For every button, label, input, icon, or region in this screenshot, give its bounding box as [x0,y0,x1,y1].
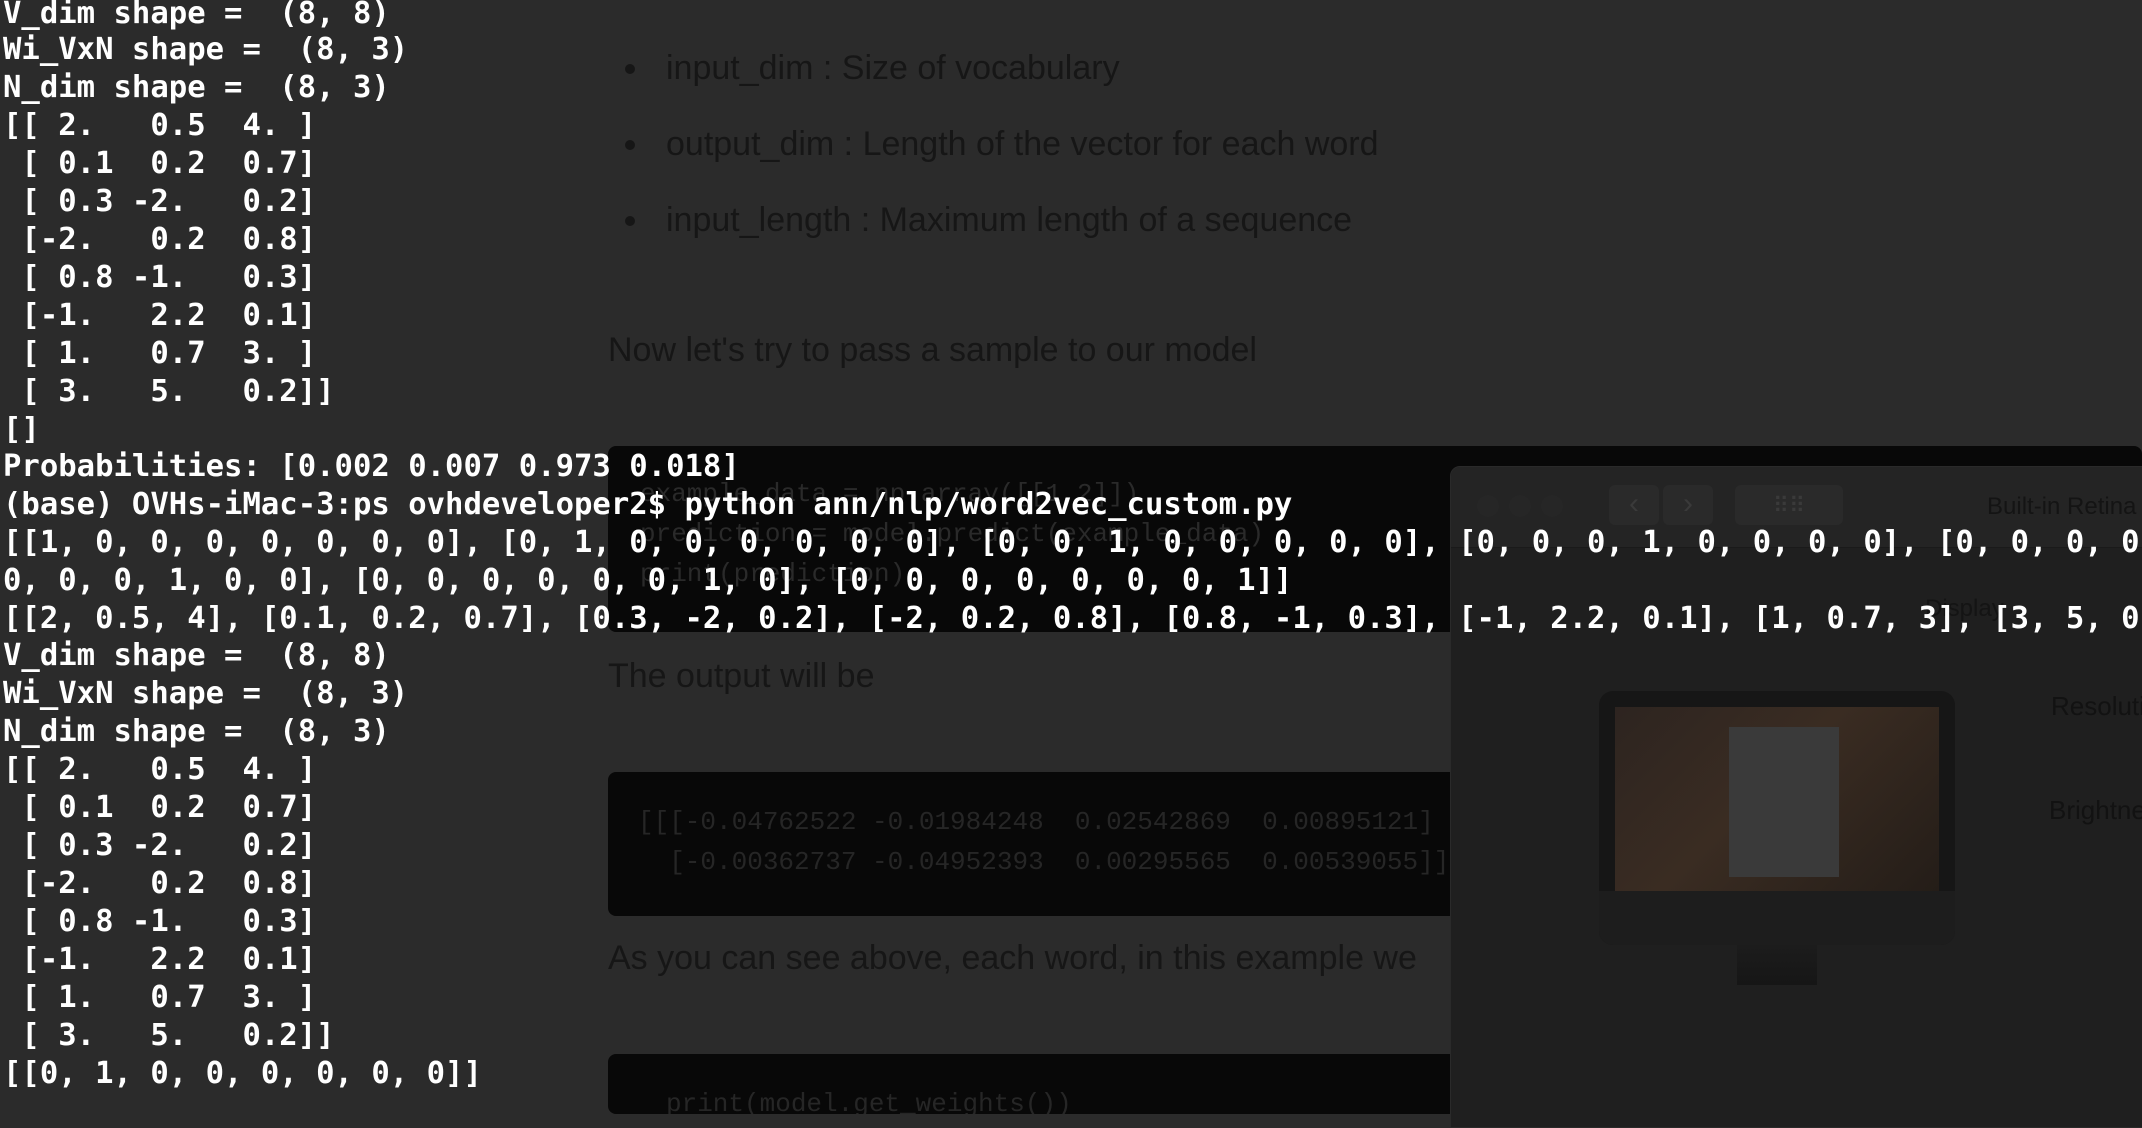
terminal-line: [] [3,412,40,447]
terminal-command-prompt: (base) OVHs-iMac-3:ps ovhdeveloper2$ pyt… [3,487,1293,522]
terminal-line: [[1, 0, 0, 0, 0, 0, 0, 0], [0, 1, 0, 0, … [3,525,2142,560]
terminal-line: [[0, 1, 0, 0, 0, 0, 0, 0]] [3,1056,482,1091]
terminal-line: [[2, 0.5, 4], [0.1, 0.2, 0.7], [0.3, -2,… [3,601,2142,636]
terminal-line: [[ 2. 0.5 4. ] [3,108,317,143]
terminal-line: [ 0.8 -1. 0.3] [3,904,317,939]
terminal-line: 0, 0, 0, 1, 0, 0], [0, 0, 0, 0, 0, 0, 1,… [3,563,1293,598]
terminal-line: [-1. 2.2 0.1] [3,942,317,977]
terminal-line: V_dim shape = (8, 8) [3,0,390,31]
terminal-line: [ 0.1 0.2 0.7] [3,790,317,825]
terminal-line: Wi_VxN shape = (8, 3) [3,676,409,711]
terminal-line: [ 1. 0.7 3. ] [3,336,317,371]
terminal-line: [ 3. 5. 0.2]] [3,1018,335,1053]
terminal-line: [ 1. 0.7 3. ] [3,980,317,1015]
terminal-output: V_dim shape = (8, 8) Wi_VxN shape = (8, … [0,0,2142,1100]
terminal-line: Wi_VxN shape = (8, 3) [3,32,409,67]
terminal-line: [ 3. 5. 0.2]] [3,374,335,409]
terminal-line: [ 0.3 -2. 0.2] [3,184,317,219]
terminal-line: Probabilities: [0.002 0.007 0.973 0.018] [3,449,740,484]
terminal-line: [-1. 2.2 0.1] [3,298,317,333]
terminal-line: [-2. 0.2 0.8] [3,222,317,257]
terminal-line: N_dim shape = (8, 3) [3,714,390,749]
terminal-line: N_dim shape = (8, 3) [3,70,390,105]
terminal-line: [-2. 0.2 0.8] [3,866,317,901]
terminal-line: [ 0.8 -1. 0.3] [3,260,317,295]
terminal-line: [[ 2. 0.5 4. ] [3,752,317,787]
terminal-line: [ 0.1 0.2 0.7] [3,146,317,181]
terminal-line: V_dim shape = (8, 8) [3,638,390,673]
terminal-line: [ 0.3 -2. 0.2] [3,828,317,863]
